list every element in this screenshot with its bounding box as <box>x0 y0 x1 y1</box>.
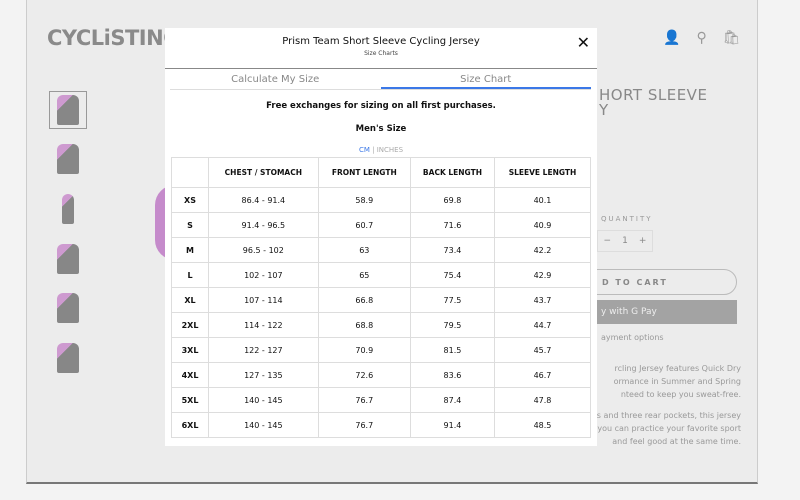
size-chart-modal: Prism Team Short Sleeve Cycling Jersey S… <box>165 28 597 446</box>
value-cell: 140 - 145 <box>208 412 319 438</box>
quantity-label: QUANTITY <box>601 215 653 223</box>
unit-cm[interactable]: CM <box>359 146 370 154</box>
table-row: 6XL 140 - 145 76.7 91.4 48.5 <box>171 412 592 438</box>
table-row: 2XL 114 - 122 68.8 79.5 44.7 <box>171 312 592 338</box>
value-cell: 70.9 <box>317 337 411 363</box>
value-cell: 46.7 <box>493 362 592 388</box>
value-cell: 47.8 <box>493 387 592 413</box>
exchange-note: Free exchanges for sizing on all first p… <box>266 101 496 111</box>
value-cell: 122 - 127 <box>208 337 319 363</box>
value-cell: 73.4 <box>409 237 495 263</box>
size-label: Men's Size <box>355 124 407 134</box>
column-header <box>171 157 209 188</box>
qty-value[interactable]: 1 <box>622 236 628 246</box>
close-icon[interactable]: ✕ <box>577 33 590 52</box>
value-cell: 69.8 <box>409 187 495 213</box>
size-cell: 5XL <box>171 387 209 413</box>
value-cell: 68.8 <box>317 312 411 338</box>
value-cell: 76.7 <box>317 387 411 413</box>
value-cell: 42.2 <box>493 237 592 263</box>
search-icon[interactable]: ⚲ <box>696 30 706 46</box>
value-cell: 91.4 - 96.5 <box>208 212 319 238</box>
size-cell: 3XL <box>171 337 209 363</box>
value-cell: 140 - 145 <box>208 387 319 413</box>
column-header: BACK LENGTH <box>409 157 495 188</box>
thumbnail[interactable] <box>49 140 87 178</box>
unit-inches[interactable]: INCHES <box>377 146 403 154</box>
size-cell: 2XL <box>171 312 209 338</box>
size-cell: 6XL <box>171 412 209 438</box>
value-cell: 45.7 <box>493 337 592 363</box>
account-icon[interactable]: 👤 <box>663 30 680 46</box>
tab-size-chart[interactable]: Size Chart <box>380 72 591 89</box>
size-table: CHEST / STOMACH FRONT LENGTH BACK LENGTH SL… <box>171 157 592 438</box>
value-cell: 72.6 <box>317 362 411 388</box>
column-header: SLEEVE LENGTH <box>493 157 592 188</box>
qty-plus[interactable]: + <box>639 236 647 246</box>
unit-toggle: CM | INCHES <box>165 146 597 154</box>
value-cell: 76.7 <box>317 412 411 438</box>
table-row: XS 86.4 - 91.4 58.9 69.8 40.1 <box>171 187 592 213</box>
value-cell: 81.5 <box>409 337 495 363</box>
value-cell: 44.7 <box>493 312 592 338</box>
table-row: 4XL 127 - 135 72.6 83.6 46.7 <box>171 362 592 388</box>
value-cell: 65 <box>317 262 411 288</box>
size-cell: S <box>171 212 209 238</box>
thumbnail[interactable] <box>49 339 87 377</box>
cart-icon[interactable]: 🛍 <box>723 30 741 46</box>
value-cell: 40.9 <box>493 212 592 238</box>
size-cell: 4XL <box>171 362 209 388</box>
quantity-stepper[interactable]: −1 + <box>597 230 653 252</box>
value-cell: 114 - 122 <box>208 312 319 338</box>
size-cell: M <box>171 237 209 263</box>
value-cell: 48.5 <box>493 412 592 438</box>
value-cell: 42.9 <box>493 262 592 288</box>
thumbnail[interactable] <box>49 91 87 129</box>
value-cell: 79.5 <box>409 312 495 338</box>
value-cell: 63 <box>317 237 411 263</box>
qty-minus[interactable]: − <box>604 236 612 246</box>
site-logo[interactable]: CYCLiSTING <box>47 26 180 50</box>
value-cell: 91.4 <box>409 412 495 438</box>
tab-calculate-my-size[interactable]: Calculate My Size <box>170 72 381 89</box>
value-cell: 71.6 <box>409 212 495 238</box>
value-cell: 107 - 114 <box>208 287 319 313</box>
product-title: HORT SLEEVE Y <box>599 86 708 119</box>
value-cell: 60.7 <box>317 212 411 238</box>
value-cell: 75.4 <box>409 262 495 288</box>
value-cell: 86.4 - 91.4 <box>208 187 319 213</box>
table-row: 3XL 122 - 127 70.9 81.5 45.7 <box>171 337 592 363</box>
value-cell: 58.9 <box>317 187 411 213</box>
more-payment-link[interactable]: ayment options <box>601 333 664 342</box>
table-row: S 91.4 - 96.5 60.7 71.6 40.9 <box>171 212 592 238</box>
table-row: 5XL 140 - 145 76.7 87.4 47.8 <box>171 387 592 413</box>
thumbnail[interactable] <box>49 289 87 327</box>
column-header: CHEST / STOMACH <box>208 157 319 188</box>
value-cell: 87.4 <box>409 387 495 413</box>
value-cell: 127 - 135 <box>208 362 319 388</box>
column-header: FRONT LENGTH <box>317 157 411 188</box>
value-cell: 66.8 <box>317 287 411 313</box>
value-cell: 96.5 - 102 <box>208 237 319 263</box>
unit-separator: | <box>372 146 375 154</box>
modal-subtitle: Size Charts <box>364 50 398 57</box>
value-cell: 40.1 <box>493 187 592 213</box>
modal-title: Prism Team Short Sleeve Cycling Jersey <box>282 36 480 47</box>
table-row: L 102 - 107 65 75.4 42.9 <box>171 262 592 288</box>
size-cell: XS <box>171 187 209 213</box>
thumbnail[interactable] <box>49 190 87 228</box>
table-row: M 96.5 - 102 63 73.4 42.2 <box>171 237 592 263</box>
thumbnail[interactable] <box>49 240 87 278</box>
value-cell: 43.7 <box>493 287 592 313</box>
value-cell: 83.6 <box>409 362 495 388</box>
size-cell: L <box>171 262 209 288</box>
size-cell: XL <box>171 287 209 313</box>
value-cell: 77.5 <box>409 287 495 313</box>
table-row: XL 107 - 114 66.8 77.5 43.7 <box>171 287 592 313</box>
value-cell: 102 - 107 <box>208 262 319 288</box>
